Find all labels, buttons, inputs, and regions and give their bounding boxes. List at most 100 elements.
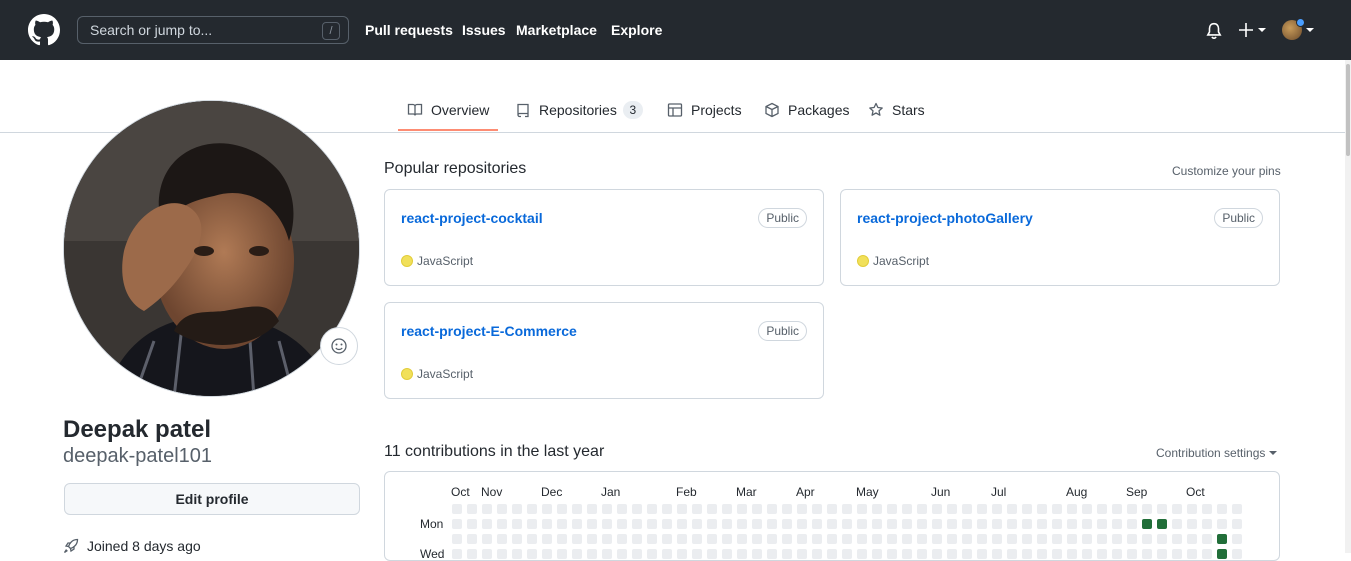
contribution-day-cell[interactable] xyxy=(1022,504,1032,514)
contribution-day-cell[interactable] xyxy=(602,534,612,544)
contribution-day-cell[interactable] xyxy=(812,519,822,529)
contribution-day-cell[interactable] xyxy=(782,504,792,514)
contribution-day-cell[interactable] xyxy=(497,504,507,514)
contribution-day-cell[interactable] xyxy=(617,519,627,529)
contribution-day-cell[interactable] xyxy=(497,549,507,559)
contribution-day-cell[interactable] xyxy=(647,549,657,559)
contribution-day-cell[interactable] xyxy=(707,519,717,529)
contribution-day-cell[interactable] xyxy=(827,504,837,514)
contribution-day-cell[interactable] xyxy=(947,504,957,514)
contribution-day-cell[interactable] xyxy=(1082,519,1092,529)
contribution-day-cell[interactable] xyxy=(857,504,867,514)
contribution-day-cell[interactable] xyxy=(1127,534,1137,544)
contribution-day-cell[interactable] xyxy=(812,534,822,544)
search-input[interactable]: Search or jump to... / xyxy=(77,16,349,44)
contribution-day-cell[interactable] xyxy=(1217,519,1227,529)
contribution-day-cell[interactable] xyxy=(902,504,912,514)
contribution-day-cell[interactable] xyxy=(602,519,612,529)
notification-bell-icon[interactable] xyxy=(1205,22,1223,40)
contribution-day-cell[interactable] xyxy=(512,504,522,514)
contribution-day-cell[interactable] xyxy=(527,549,537,559)
contribution-day-cell[interactable] xyxy=(1037,519,1047,529)
contribution-day-cell[interactable] xyxy=(932,549,942,559)
contribution-day-cell[interactable] xyxy=(617,534,627,544)
contribution-day-cell[interactable] xyxy=(572,534,582,544)
contribution-day-cell[interactable] xyxy=(1082,549,1092,559)
contribution-day-cell[interactable] xyxy=(1112,549,1122,559)
contribution-day-cell[interactable] xyxy=(557,549,567,559)
contribution-day-cell[interactable] xyxy=(767,549,777,559)
contribution-day-cell[interactable] xyxy=(452,549,462,559)
contribution-day-cell[interactable] xyxy=(1037,549,1047,559)
contribution-day-cell[interactable] xyxy=(1172,549,1182,559)
contribution-day-cell[interactable] xyxy=(467,549,477,559)
contribution-day-cell[interactable] xyxy=(902,549,912,559)
contribution-day-cell[interactable] xyxy=(482,519,492,529)
tab-repositories[interactable]: Repositories 3 xyxy=(515,100,643,120)
contribution-day-cell[interactable] xyxy=(962,504,972,514)
contribution-day-cell[interactable] xyxy=(917,519,927,529)
contribution-day-cell[interactable] xyxy=(452,504,462,514)
contribution-day-cell[interactable] xyxy=(812,504,822,514)
contribution-day-cell[interactable] xyxy=(1187,534,1197,544)
contribution-day-cell[interactable] xyxy=(647,534,657,544)
contribution-day-cell[interactable] xyxy=(1067,504,1077,514)
contribution-day-cell[interactable] xyxy=(1232,549,1242,559)
contribution-day-cell[interactable] xyxy=(677,519,687,529)
contribution-day-cell[interactable] xyxy=(1142,549,1152,559)
contribution-day-cell[interactable] xyxy=(1157,534,1167,544)
contribution-day-cell[interactable] xyxy=(1052,519,1062,529)
contribution-day-cell[interactable] xyxy=(467,504,477,514)
contribution-day-cell[interactable] xyxy=(557,519,567,529)
contribution-day-cell[interactable] xyxy=(1172,519,1182,529)
nav-issues[interactable]: Issues xyxy=(462,22,506,38)
contribution-day-cell[interactable] xyxy=(917,504,927,514)
contribution-day-cell[interactable] xyxy=(647,504,657,514)
contribution-day-cell[interactable] xyxy=(662,534,672,544)
contribution-day-cell[interactable] xyxy=(1097,504,1107,514)
contribution-day-cell[interactable] xyxy=(647,519,657,529)
contribution-day-cell[interactable] xyxy=(1157,504,1167,514)
contribution-day-cell[interactable] xyxy=(1082,504,1092,514)
set-status-button[interactable] xyxy=(320,327,358,365)
contribution-day-cell[interactable] xyxy=(557,504,567,514)
contribution-day-cell[interactable] xyxy=(482,549,492,559)
tab-stars[interactable]: Stars xyxy=(868,100,925,120)
contribution-day-cell[interactable] xyxy=(872,519,882,529)
contribution-day-cell[interactable] xyxy=(452,534,462,544)
contribution-day-cell[interactable] xyxy=(542,549,552,559)
scrollbar-thumb[interactable] xyxy=(1346,64,1350,156)
contribution-day-cell[interactable] xyxy=(947,534,957,544)
contribution-day-cell[interactable] xyxy=(1142,519,1152,529)
contribution-day-cell[interactable] xyxy=(752,534,762,544)
contribution-day-cell[interactable] xyxy=(902,534,912,544)
contribution-day-cell[interactable] xyxy=(767,534,777,544)
contribution-day-cell[interactable] xyxy=(1127,519,1137,529)
contribution-day-cell[interactable] xyxy=(587,504,597,514)
contribution-day-cell[interactable] xyxy=(1052,534,1062,544)
contribution-day-cell[interactable] xyxy=(1097,519,1107,529)
contribution-day-cell[interactable] xyxy=(707,549,717,559)
contribution-day-cell[interactable] xyxy=(1217,504,1227,514)
contribution-day-cell[interactable] xyxy=(1067,534,1077,544)
contribution-day-cell[interactable] xyxy=(1007,549,1017,559)
contribution-day-cell[interactable] xyxy=(1217,534,1227,544)
contribution-day-cell[interactable] xyxy=(872,504,882,514)
contribution-day-cell[interactable] xyxy=(722,549,732,559)
contribution-day-cell[interactable] xyxy=(992,549,1002,559)
contribution-day-cell[interactable] xyxy=(527,519,537,529)
contribution-day-cell[interactable] xyxy=(692,519,702,529)
contribution-day-cell[interactable] xyxy=(1232,504,1242,514)
contribution-day-cell[interactable] xyxy=(1112,504,1122,514)
contribution-day-cell[interactable] xyxy=(1157,519,1167,529)
contribution-day-cell[interactable] xyxy=(1217,549,1227,559)
contribution-day-cell[interactable] xyxy=(977,504,987,514)
contribution-day-cell[interactable] xyxy=(1112,534,1122,544)
contribution-day-cell[interactable] xyxy=(467,519,477,529)
contribution-day-cell[interactable] xyxy=(1067,549,1077,559)
contribution-day-cell[interactable] xyxy=(857,549,867,559)
contribution-day-cell[interactable] xyxy=(512,519,522,529)
profile-photo[interactable] xyxy=(63,100,360,397)
contribution-day-cell[interactable] xyxy=(932,534,942,544)
contribution-day-cell[interactable] xyxy=(1187,549,1197,559)
